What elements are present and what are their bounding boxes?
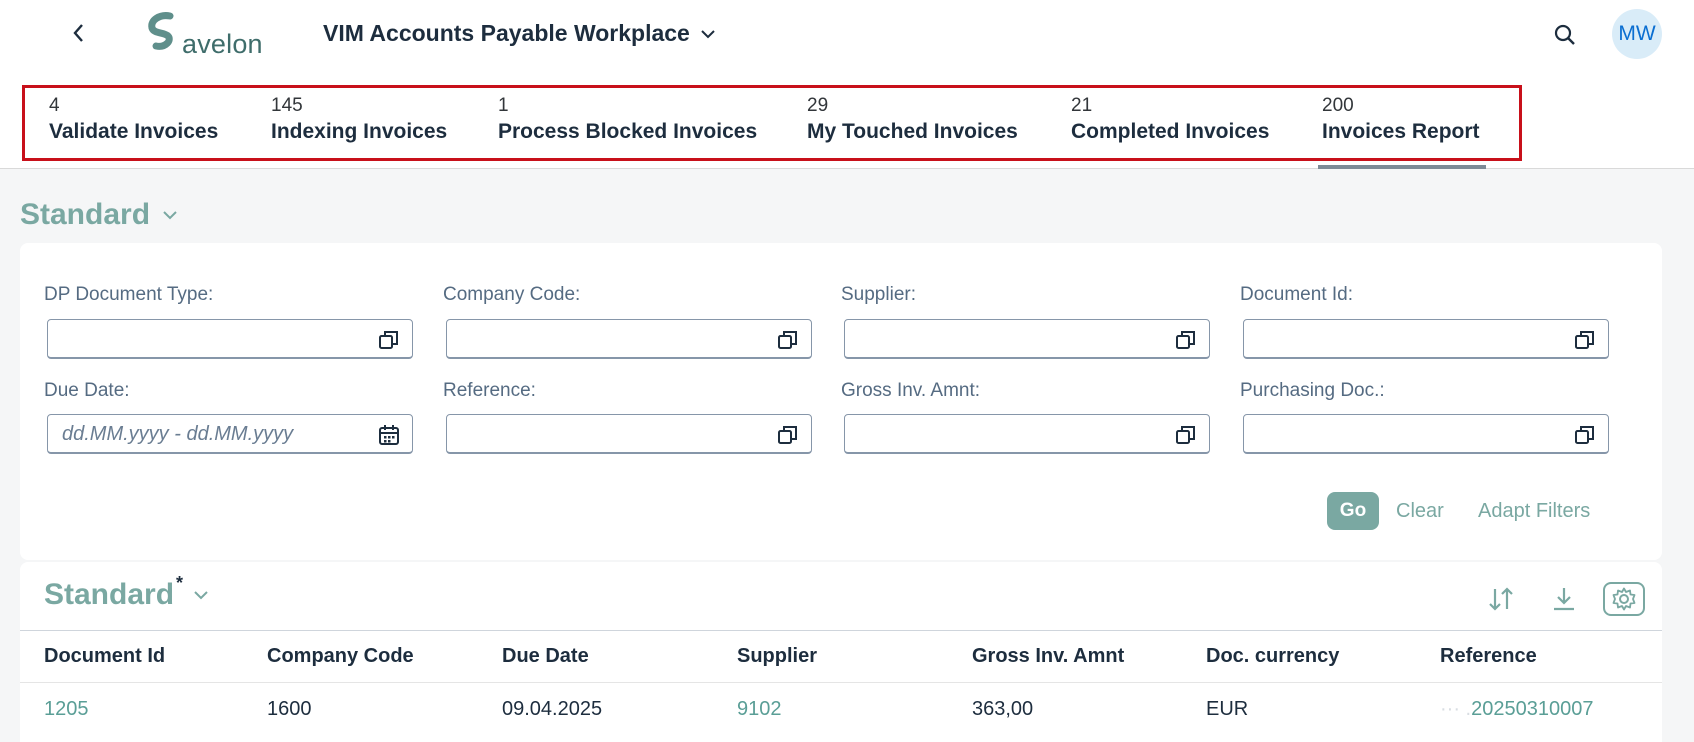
tile-count: 1 <box>498 95 509 116</box>
cell-gross-inv-amnt: 363,00 <box>972 698 1034 720</box>
adapt-filters-button[interactable]: Adapt Filters <box>1478 500 1590 523</box>
chevron-down-icon <box>194 591 208 600</box>
filter-label-document-id: Document Id: <box>1240 284 1353 305</box>
chevron-down-icon <box>701 29 715 38</box>
tile-label: Completed Invoices <box>1071 120 1270 143</box>
sort-icon <box>1489 587 1513 611</box>
tile-label: Invoices Report <box>1322 120 1480 143</box>
company-code-input[interactable] <box>446 319 812 359</box>
cell-supplier-link[interactable]: 9102 <box>737 698 782 721</box>
supplier-input[interactable] <box>844 319 1210 359</box>
search-button[interactable] <box>1550 20 1580 50</box>
back-button[interactable] <box>66 20 92 46</box>
filter-label-supplier: Supplier: <box>841 284 916 305</box>
app-title: VIM Accounts Payable Workplace <box>323 20 690 46</box>
cell-document-id-link[interactable]: 1205 <box>44 698 89 721</box>
tile-label: Validate Invoices <box>49 120 219 143</box>
logo-mark-icon <box>148 12 174 50</box>
variant-selector[interactable]: Standard <box>20 198 178 232</box>
tile-indexing-invoices[interactable]: 145 Indexing Invoices <box>271 95 447 147</box>
value-help-icon[interactable] <box>1574 424 1596 446</box>
reference-mask: ··· . <box>1440 698 1472 720</box>
download-icon <box>1554 588 1574 611</box>
filter-label-purchasing-doc: Purchasing Doc.: <box>1240 380 1385 401</box>
column-header-doc-currency[interactable]: Doc. currency <box>1206 645 1339 668</box>
table-settings-button[interactable] <box>1603 582 1645 616</box>
cell-reference-link[interactable]: ··· .20250310007 <box>1440 698 1593 721</box>
column-header-document-id[interactable]: Document Id <box>44 645 165 668</box>
value-help-icon[interactable] <box>378 329 400 351</box>
export-button[interactable] <box>1547 582 1581 616</box>
logo-text: avelon <box>182 29 263 59</box>
column-header-company-code[interactable]: Company Code <box>267 645 414 668</box>
tiles-highlight-frame <box>22 85 1522 161</box>
value-help-icon[interactable] <box>1175 329 1197 351</box>
tile-count: 4 <box>49 95 60 116</box>
column-header-due-date[interactable]: Due Date <box>502 645 589 668</box>
chevron-left-icon <box>73 24 83 42</box>
due-date-placeholder: dd.MM.yyyy - dd.MM.yyyy <box>62 423 294 445</box>
tile-count: 145 <box>271 95 303 116</box>
dp-document-type-input[interactable] <box>47 319 413 359</box>
tile-count: 200 <box>1322 95 1354 116</box>
clear-button[interactable]: Clear <box>1396 500 1444 523</box>
tile-validate-invoices[interactable]: 4 Validate Invoices <box>49 95 218 147</box>
cell-due-date: 09.04.2025 <box>502 698 603 720</box>
table-variant-selector[interactable]: Standard * <box>44 573 209 612</box>
tile-count: 21 <box>1071 95 1093 116</box>
value-help-icon[interactable] <box>777 424 799 446</box>
tile-process-blocked-invoices[interactable]: 1 Process Blocked Invoices <box>498 95 757 147</box>
value-help-icon[interactable] <box>777 329 799 351</box>
cell-doc-currency: EUR <box>1206 698 1249 720</box>
filter-label-due-date: Due Date: <box>44 380 130 401</box>
tile-completed-invoices[interactable]: 21 Completed Invoices <box>1071 95 1269 147</box>
tile-label: Indexing Invoices <box>271 120 448 143</box>
selected-tile-indicator <box>1318 165 1486 169</box>
chevron-down-icon <box>163 211 177 220</box>
filter-label-gross-inv-amnt: Gross Inv. Amnt: <box>841 380 981 401</box>
column-header-gross-inv-amnt[interactable]: Gross Inv. Amnt <box>972 645 1124 668</box>
sort-button[interactable] <box>1484 582 1518 616</box>
reference-input[interactable] <box>446 414 812 454</box>
filter-label-dp-document-type: DP Document Type: <box>44 284 214 305</box>
filter-label-reference: Reference: <box>443 380 536 401</box>
reference-value: 20250310007 <box>1471 698 1594 720</box>
company-logo[interactable]: avelon <box>148 12 270 59</box>
value-help-icon[interactable] <box>1574 329 1596 351</box>
tile-label: Process Blocked Invoices <box>498 120 758 143</box>
value-help-icon[interactable] <box>1175 424 1197 446</box>
column-header-supplier[interactable]: Supplier <box>737 645 817 668</box>
go-button[interactable]: Go <box>1327 492 1379 530</box>
document-id-input[interactable] <box>1243 319 1609 359</box>
table-header-divider <box>20 630 1662 631</box>
column-header-reference[interactable]: Reference <box>1440 645 1537 668</box>
cell-company-code: 1600 <box>267 698 312 720</box>
shell-bar: avelon VIM Accounts Payable Workplace MW <box>0 0 1694 66</box>
calendar-icon[interactable] <box>378 424 400 446</box>
purchasing-doc-input[interactable] <box>1243 414 1609 454</box>
search-icon <box>1554 24 1575 45</box>
tile-label: My Touched Invoices <box>807 120 1018 143</box>
variant-modified-marker: * <box>176 572 184 593</box>
due-date-input[interactable]: dd.MM.yyyy - dd.MM.yyyy <box>47 414 413 454</box>
tile-count: 29 <box>807 95 829 116</box>
gross-inv-amnt-input[interactable] <box>844 414 1210 454</box>
variant-title: Standard <box>20 198 151 231</box>
tile-invoices-report[interactable]: 200 Invoices Report <box>1322 95 1480 147</box>
filter-label-company-code: Company Code: <box>443 284 581 305</box>
gear-icon <box>1612 587 1636 611</box>
app-title-menu[interactable]: VIM Accounts Payable Workplace <box>323 20 716 47</box>
user-avatar[interactable]: MW <box>1612 9 1662 59</box>
tile-my-touched-invoices[interactable]: 29 My Touched Invoices <box>807 95 1018 147</box>
table-title: Standard <box>44 578 175 611</box>
